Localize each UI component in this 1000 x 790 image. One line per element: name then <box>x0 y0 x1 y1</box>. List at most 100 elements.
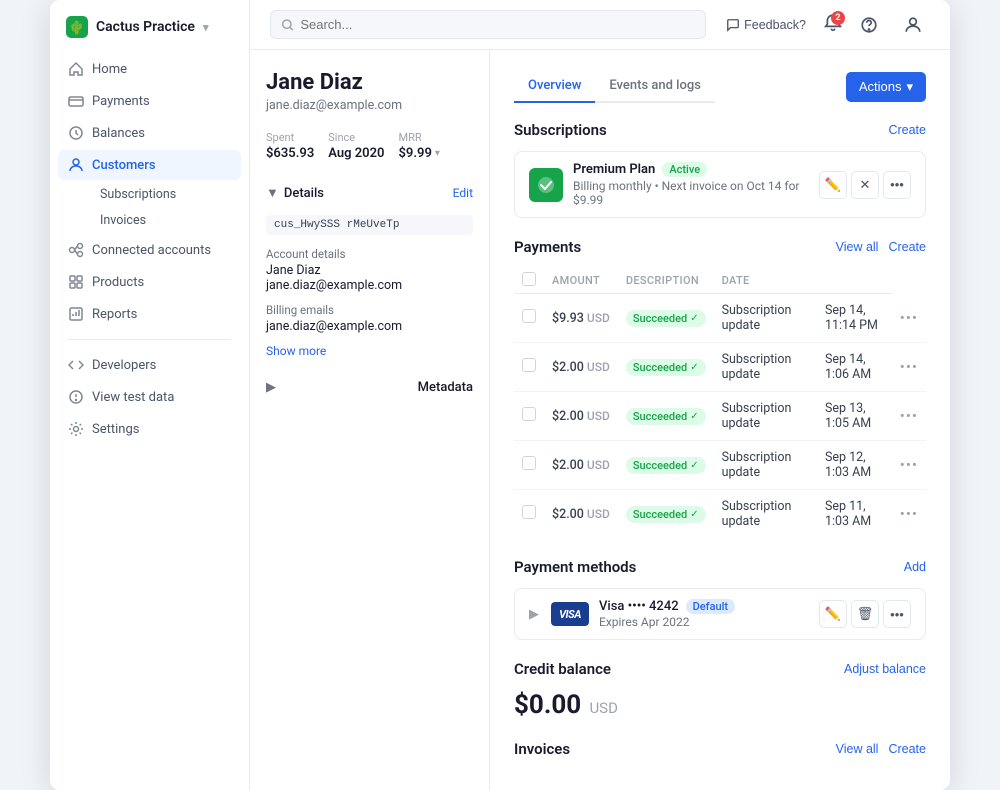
table-row[interactable]: $2.00USD Succeeded✓ Subscription update … <box>514 343 926 392</box>
pm-card-name: Visa •••• 4242 <box>599 599 679 614</box>
search-icon <box>281 18 294 32</box>
sidebar-item-products[interactable]: Products <box>58 267 241 297</box>
sidebar-item-balances-label: Balances <box>92 126 145 141</box>
pm-add-link[interactable]: Add <box>904 560 926 574</box>
cell-status-0: Succeeded✓ <box>618 294 714 343</box>
pm-expiry: Expires Apr 2022 <box>599 615 809 629</box>
actions-chevron-icon: ▾ <box>906 79 913 95</box>
help-button[interactable] <box>852 11 886 39</box>
payments-create-link[interactable]: Create <box>888 240 926 254</box>
sidebar-item-customers[interactable]: Customers <box>58 150 241 180</box>
subscription-info: Premium Plan Active Billing monthly • Ne… <box>573 162 809 207</box>
pm-expand-icon[interactable]: ▶ <box>529 607 539 622</box>
sidebar-item-subscriptions[interactable]: Subscriptions <box>92 182 241 207</box>
cell-description-4: Subscription update <box>714 490 817 539</box>
feedback-button[interactable]: Feedback? <box>718 13 814 37</box>
brand-name: Cactus Practice <box>96 19 195 35</box>
row-checkbox-0[interactable] <box>522 309 536 323</box>
reports-icon <box>68 306 84 322</box>
account-details-block: Account details Jane Diaz jane.diaz@exam… <box>266 247 473 293</box>
pm-more-button[interactable]: ••• <box>883 600 911 628</box>
since-label: Since <box>328 131 384 144</box>
invoices-title: Invoices <box>514 740 570 758</box>
show-more-link[interactable]: Show more <box>266 344 473 358</box>
invoices-view-all-link[interactable]: View all <box>836 742 879 756</box>
table-row[interactable]: $9.93USD Succeeded✓ Subscription update … <box>514 294 926 343</box>
table-row[interactable]: $2.00USD Succeeded✓ Subscription update … <box>514 490 926 539</box>
sidebar-item-payments[interactable]: Payments <box>58 86 241 116</box>
sidebar-item-reports[interactable]: Reports <box>58 299 241 329</box>
pm-delete-button[interactable]: 🗑 <box>851 600 879 628</box>
view-test-data-icon <box>68 389 84 405</box>
visa-logo: VISA <box>551 602 589 626</box>
sidebar-item-home[interactable]: Home <box>58 54 241 84</box>
brand[interactable]: 🌵 Cactus Practice ▾ <box>50 16 249 54</box>
cell-date-0: Sep 14, 11:14 PM <box>817 294 892 343</box>
row-more-0[interactable]: ••• <box>900 309 918 327</box>
cell-status-3: Succeeded✓ <box>618 441 714 490</box>
tab-events-logs[interactable]: Events and logs <box>595 70 715 103</box>
spent-label: Spent <box>266 131 314 144</box>
sidebar-item-home-label: Home <box>92 62 127 77</box>
stat-since: Since Aug 2020 <box>328 131 384 161</box>
sidebar-item-balances[interactable]: Balances <box>58 118 241 148</box>
stat-spent: Spent $635.93 <box>266 131 314 161</box>
sub-more-button[interactable]: ••• <box>883 171 911 199</box>
sub-billing-info: Billing monthly • Next invoice on Oct 14… <box>573 179 809 207</box>
table-row[interactable]: $2.00USD Succeeded✓ Subscription update … <box>514 441 926 490</box>
pm-edit-button[interactable]: ✏️ <box>819 600 847 628</box>
tab-overview[interactable]: Overview <box>514 70 595 103</box>
brand-chevron: ▾ <box>203 21 209 34</box>
sidebar-item-settings[interactable]: Settings <box>58 414 241 444</box>
row-more-1[interactable]: ••• <box>900 358 918 376</box>
status-badge-4: Succeeded✓ <box>626 506 706 523</box>
row-checkbox-1[interactable] <box>522 358 536 372</box>
row-checkbox-4[interactable] <box>522 505 536 519</box>
cell-date-2: Sep 13, 1:05 AM <box>817 392 892 441</box>
subscriptions-create-link[interactable]: Create <box>888 123 926 137</box>
sidebar-item-invoices[interactable]: Invoices <box>92 208 241 233</box>
sidebar-item-connected-accounts[interactable]: Connected accounts <box>58 235 241 265</box>
details-edit-link[interactable]: Edit <box>453 186 473 200</box>
row-more-2[interactable]: ••• <box>900 407 918 425</box>
billing-emails-block: Billing emails jane.diaz@example.com <box>266 303 473 334</box>
col-date: DATE <box>714 268 817 294</box>
payments-view-all-link[interactable]: View all <box>836 240 879 254</box>
pm-title: Payment methods <box>514 558 636 576</box>
details-toggle[interactable]: ▼ Details <box>266 179 324 207</box>
spent-value: $635.93 <box>266 146 314 161</box>
cell-amount-2: $2.00USD <box>544 392 618 441</box>
feedback-label: Feedback? <box>744 18 806 32</box>
sub-edit-button[interactable]: ✏️ <box>819 171 847 199</box>
notification-bell[interactable]: 2 <box>824 14 842 36</box>
row-checkbox-2[interactable] <box>522 407 536 421</box>
details-header: ▼ Details Edit <box>266 179 473 207</box>
row-checkbox-3[interactable] <box>522 456 536 470</box>
sub-status-badge: Active <box>662 162 707 177</box>
row-more-3[interactable]: ••• <box>900 456 918 474</box>
sidebar-item-developers[interactable]: Developers <box>58 350 241 380</box>
sidebar-nav: Home Payments Balances <box>50 54 249 444</box>
adjust-balance-link[interactable]: Adjust balance <box>844 662 926 676</box>
payment-methods-section: Payment methods Add ▶ VISA Visa •••• 424… <box>514 558 926 640</box>
customer-name: Jane Diaz <box>266 70 473 95</box>
invoices-create-link[interactable]: Create <box>888 742 926 756</box>
metadata-toggle[interactable]: ▶ Metadata <box>266 374 473 401</box>
cell-date-3: Sep 12, 1:03 AM <box>817 441 892 490</box>
user-menu-button[interactable] <box>896 11 930 39</box>
connected-accounts-icon <box>68 242 84 258</box>
content-area: Jane Diaz jane.diaz@example.com Spent $6… <box>250 50 950 790</box>
cell-description-2: Subscription update <box>714 392 817 441</box>
credit-amount-row: $0.00 USD <box>514 690 926 720</box>
search-wrap[interactable] <box>270 10 706 39</box>
sidebar-item-view-test-data[interactable]: View test data <box>58 382 241 412</box>
actions-button[interactable]: Actions ▾ <box>846 72 926 102</box>
row-more-4[interactable]: ••• <box>900 505 918 523</box>
table-row[interactable]: $2.00USD Succeeded✓ Subscription update … <box>514 392 926 441</box>
tab-list: Overview Events and logs <box>514 70 715 103</box>
sub-cancel-button[interactable]: ✕ <box>851 171 879 199</box>
search-input[interactable] <box>300 17 695 32</box>
sidebar: 🌵 Cactus Practice ▾ Home Payments <box>50 0 250 790</box>
status-badge-2: Succeeded✓ <box>626 408 706 425</box>
select-all-checkbox[interactable] <box>522 272 536 286</box>
